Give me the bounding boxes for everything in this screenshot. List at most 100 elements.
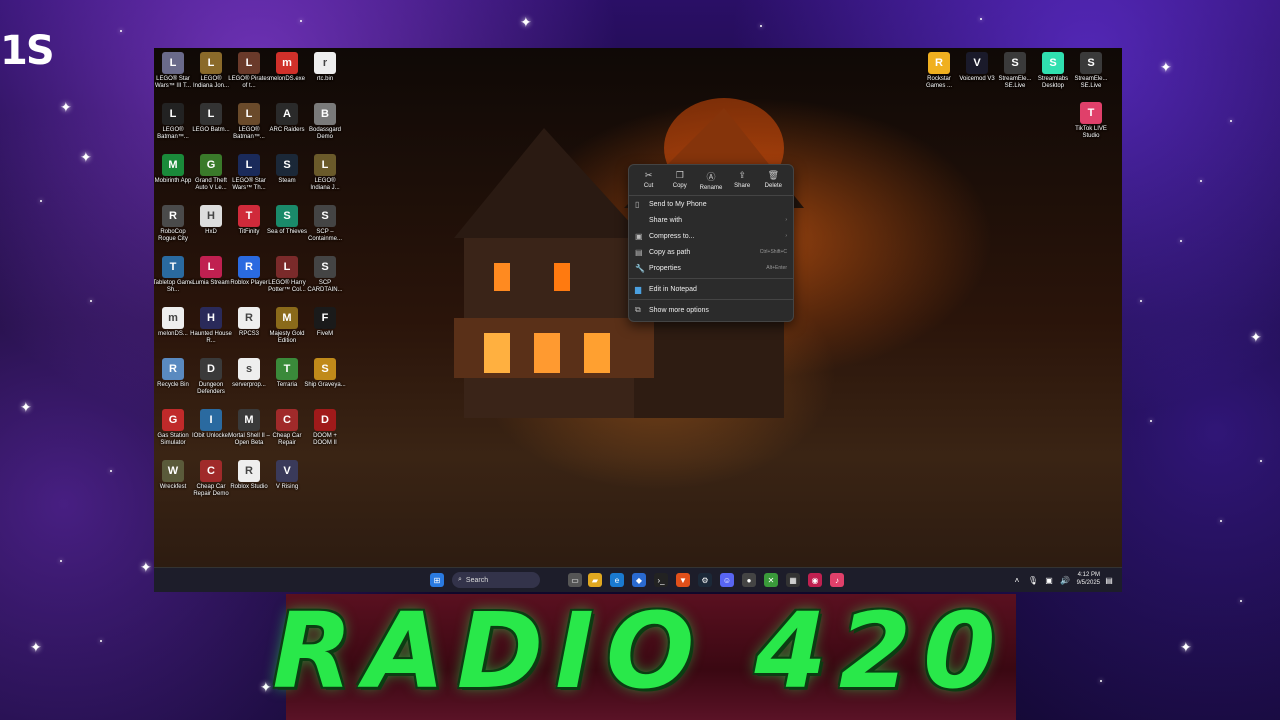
delete-button[interactable]: 🗑 Delete — [759, 170, 787, 191]
desktop-icon[interactable]: V V Rising — [266, 460, 308, 491]
menu-item-compress[interactable]: ▣ Compress to... › — [629, 228, 793, 244]
shortcut-text: Ctrl+Shift+C — [759, 249, 787, 255]
menu-item-copy-as-path[interactable]: ▤ Copy as path Ctrl+Shift+C — [629, 244, 793, 260]
file-icon: R — [238, 307, 260, 329]
cut-button[interactable]: ✂ Cut — [635, 170, 663, 191]
desktop-icon[interactable]: M Majesty Gold Edition — [266, 307, 308, 345]
desktop-icon[interactable]: T Tabletop Game Sh... — [154, 256, 194, 294]
microphone-icon[interactable]: 🎙 — [1026, 573, 1040, 587]
desktop-icon[interactable]: m melonDS.exe — [266, 52, 308, 83]
desktop-icon[interactable]: S Steam — [266, 154, 308, 185]
steam-taskbar-icon[interactable]: ⚙ — [698, 573, 712, 587]
desktop-icon[interactable]: R RoboCop Rogue City — [154, 205, 194, 243]
desktop-icon[interactable]: L LEGO® Batman™... — [154, 103, 194, 141]
desktop-icon[interactable]: T TitFinity — [228, 205, 270, 236]
desktop-icon-label: LEGO® Indiana J... — [310, 178, 340, 191]
desktop[interactable]: L LEGO® Star Wars™ III T... L LEGO® Indiana… — [154, 48, 1122, 592]
desktop-icon[interactable]: S SCP CARDTAIN... — [304, 256, 346, 294]
desktop-icon[interactable]: S StreamEle... SE.Live — [994, 52, 1036, 90]
desktop-icon[interactable]: S Streamlabs Desktop — [1032, 52, 1074, 90]
desktop-icon[interactable]: S StreamEle... SE.Live — [1070, 52, 1112, 90]
desktop-icon[interactable]: I IObit Unlocker — [190, 409, 232, 440]
delete-label: Delete — [764, 183, 783, 189]
desktop-icon-label: Roblox Studio — [230, 484, 268, 490]
desktop-icon[interactable]: R Roblox Studio — [228, 460, 270, 491]
desktop-icon[interactable]: L LEGO® Pirates of t... — [228, 52, 270, 90]
volume-icon[interactable]: 🔊 — [1058, 573, 1072, 587]
copy-button[interactable]: ❐ Copy — [666, 170, 694, 191]
desktop-icon[interactable]: M Mortal Shell II – Open Beta — [228, 409, 270, 447]
desktop-icon[interactable]: L LEGO® Harry Potter™ Col... — [266, 256, 308, 294]
star — [300, 20, 302, 22]
store-icon[interactable]: ◆ — [632, 573, 646, 587]
desktop-icon[interactable]: S Sea of Thieves — [266, 205, 308, 236]
desktop-icon[interactable]: s serverprop... — [228, 358, 270, 389]
desktop-icon[interactable]: L LEGO Batm... — [190, 103, 232, 134]
file-explorer-icon[interactable]: ▰ — [588, 573, 602, 587]
obs-icon[interactable]: ● — [742, 573, 756, 587]
desktop-icon-label: SCP – Containme... — [307, 229, 343, 242]
desktop-icon[interactable]: D Dungeon Defenders — [190, 358, 232, 396]
terminal-icon[interactable]: ›_ — [654, 573, 668, 587]
menu-separator — [629, 299, 793, 300]
edge-icon[interactable]: e — [610, 573, 624, 587]
menu-item-properties[interactable]: 🔧 Properties Alt+Enter — [629, 260, 793, 276]
desktop-icon[interactable]: W Wreckfest — [154, 460, 194, 491]
start-icon[interactable]: ⊞ — [430, 573, 444, 587]
desktop-icon[interactable]: C Cheap Car Repair Demo — [190, 460, 232, 498]
desktop-icon[interactable]: V Voicemod V3 — [956, 52, 998, 83]
corner-overlay-text: 1S — [0, 28, 55, 74]
search-box[interactable]: ⌕ Search — [452, 572, 540, 588]
desktop-icon[interactable]: r rtc.bin — [304, 52, 346, 83]
desktop-icon[interactable]: S SCP – Containme... — [304, 205, 346, 243]
notification-icon[interactable]: ▤ — [1102, 573, 1116, 587]
desktop-icon[interactable]: B Bodassgard Demo — [304, 103, 346, 141]
xbox-icon[interactable]: ✕ — [764, 573, 778, 587]
desktop-icon[interactable]: R RPCS3 — [228, 307, 270, 338]
menu-item-show-more-options[interactable]: ⧉ Show more options — [629, 302, 793, 318]
desktop-icon[interactable]: R Recycle Bin — [154, 358, 194, 389]
clock[interactable]: 4:12 PM 9/5/2025 — [1077, 571, 1100, 587]
desktop-icon[interactable]: L LEGO® Batman™... — [228, 103, 270, 141]
temple-icon: B — [314, 103, 336, 125]
menu-item-share-with[interactable]: Share with › — [629, 212, 793, 228]
desktop-icon[interactable]: R Rockstar Games ... — [918, 52, 960, 90]
chevron-right-icon: › — [785, 233, 787, 239]
desktop-icon[interactable]: A ARC Raiders — [266, 103, 308, 134]
share-button[interactable]: ⇪ Share — [728, 170, 756, 191]
menu-item-send-to-phone[interactable]: ▯ Send to My Phone — [629, 196, 793, 212]
desktop-icon[interactable]: D DOOM + DOOM II — [304, 409, 346, 447]
desktop-icon[interactable]: H Haunted House R... — [190, 307, 232, 345]
desktop-icon[interactable]: H HxD — [190, 205, 232, 236]
discord-icon[interactable]: ☺ — [720, 573, 734, 587]
desktop-icon[interactable]: T Terraria — [266, 358, 308, 389]
desktop-icon[interactable]: S Ship Graveya... — [304, 358, 346, 389]
menu-item-label: Share with — [649, 216, 683, 224]
desktop-icon[interactable]: G Grand Theft Auto V Le... — [190, 154, 232, 192]
app-icon[interactable]: ▦ — [786, 573, 800, 587]
desktop-icon[interactable]: F FiveM — [304, 307, 346, 338]
scp2-icon: S — [314, 256, 336, 278]
desktop-icon[interactable]: L Lumia Stream — [190, 256, 232, 287]
menu-item-label: Copy as path — [649, 248, 691, 256]
desktop-icon[interactable]: L LEGO® Star Wars™ III T... — [154, 52, 194, 90]
desktop-icon[interactable]: T TikTok LIVE Studio — [1070, 102, 1112, 140]
rename-button[interactable]: Ⓐ Rename — [697, 170, 725, 191]
desktop-icon[interactable]: L LEGO® Star Wars™ Th... — [228, 154, 270, 192]
desktop-icon[interactable]: m melonDS... — [154, 307, 194, 338]
desktop-icon-label: rtc.bin — [316, 76, 334, 82]
task-view-icon[interactable]: ▭ — [568, 573, 582, 587]
desktop-icon[interactable]: C Cheap Car Repair — [266, 409, 308, 447]
desktop-icon-label: LEGO Batm... — [192, 127, 230, 133]
menu-item-edit-in-notepad[interactable]: ▆ Edit in Notepad — [629, 281, 793, 297]
desktop-icon[interactable]: M Mobirinth App — [154, 154, 194, 185]
tiktok-taskbar-icon[interactable]: ♪ — [830, 573, 844, 587]
lumia-taskbar-icon[interactable]: ◉ — [808, 573, 822, 587]
network-icon[interactable]: ▣ — [1042, 573, 1056, 587]
desktop-icon[interactable]: R Roblox Player — [228, 256, 270, 287]
chevron-up-icon[interactable]: ˄ — [1010, 573, 1024, 587]
desktop-icon[interactable]: L LEGO® Indiana J... — [304, 154, 346, 192]
desktop-icon[interactable]: L LEGO® Indiana Jon... — [190, 52, 232, 90]
brave-icon[interactable]: ▼ — [676, 573, 690, 587]
desktop-icon[interactable]: G Gas Station Simulator — [154, 409, 194, 447]
